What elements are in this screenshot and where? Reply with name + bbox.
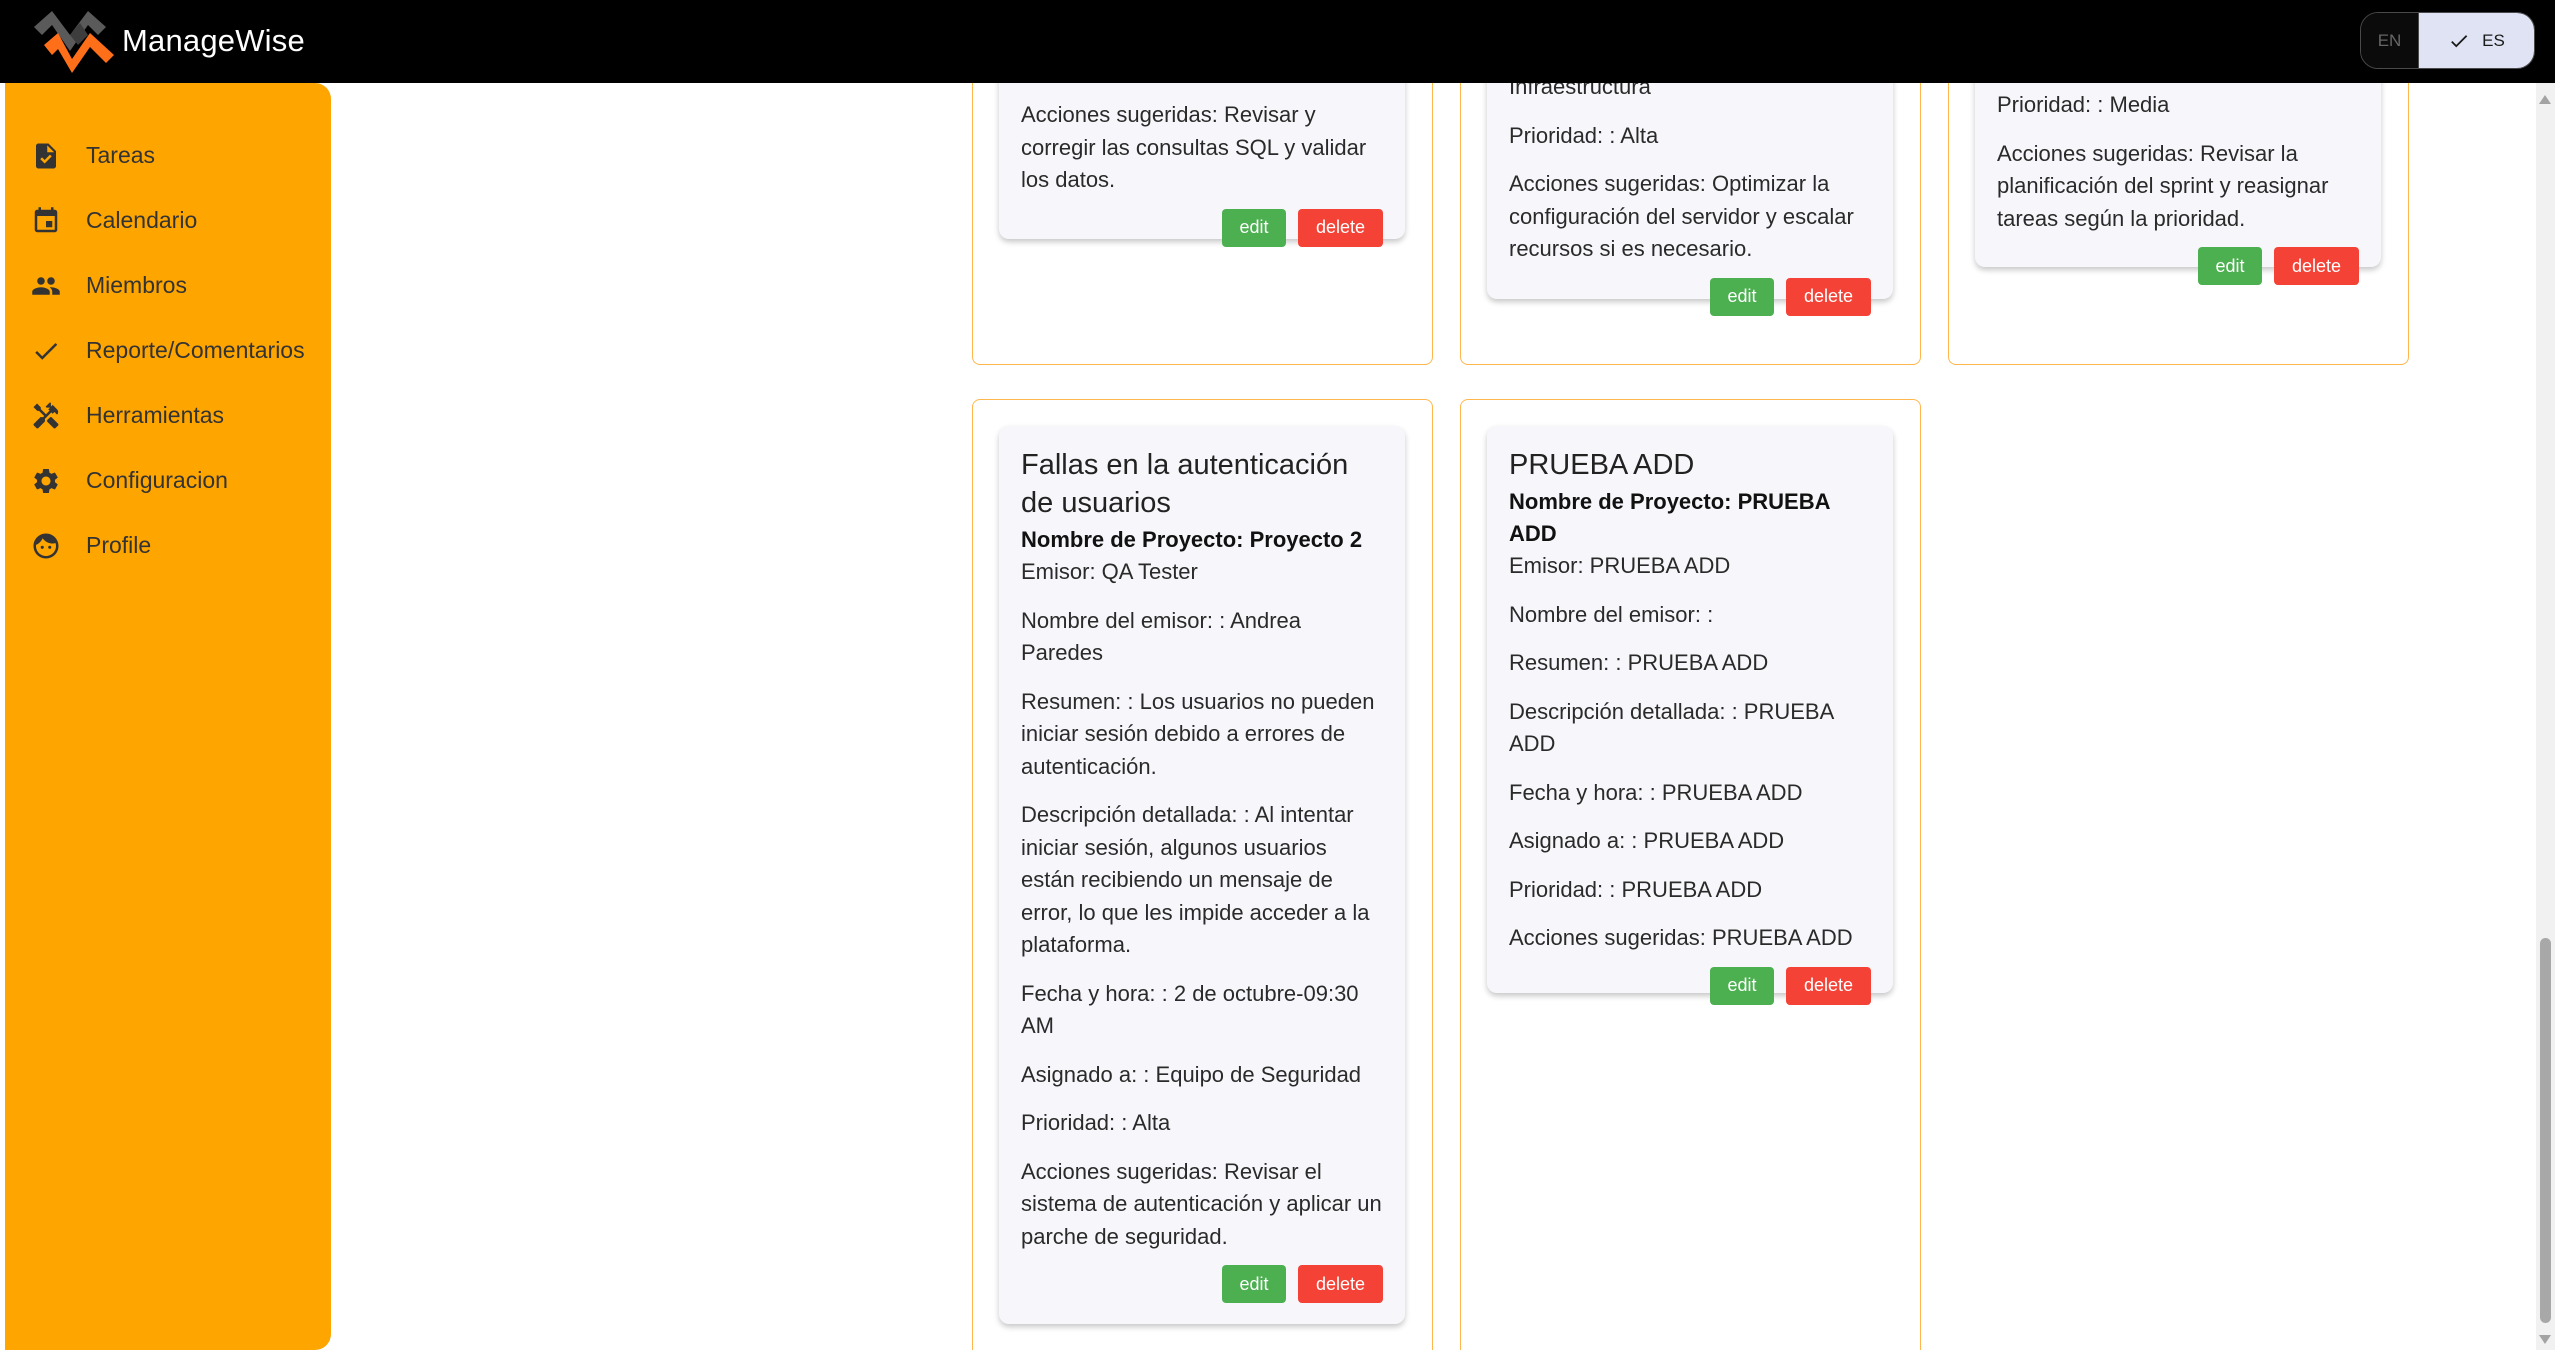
sidebar-item-label: Profile	[86, 532, 152, 558]
card-actions-text: Acciones sugeridas: Revisar y corregir l…	[1021, 102, 1367, 192]
card-summary: Resumen: : PRUEBA ADD	[1509, 650, 1769, 675]
sidebar-item-label: Tareas	[86, 142, 156, 168]
card-project: Nombre de Proyecto: Proyecto 2	[1021, 527, 1363, 552]
sidebar: Tareas Calendario Miembros Reporte/Comen…	[5, 83, 331, 1350]
edit-button[interactable]: edit	[2198, 247, 2262, 285]
card-emisor: Emisor: QA Tester	[1021, 559, 1198, 584]
managewise-logo-icon	[34, 11, 114, 73]
report-panel: Fallas en la autenticación de usuarios N…	[972, 399, 1433, 1350]
task-icon	[29, 139, 63, 173]
card-priority: Prioridad: : Media	[1997, 92, 2170, 117]
language-toggle: EN ES	[2360, 12, 2535, 69]
face-icon	[29, 529, 63, 563]
card-priority: Prioridad: : PRUEBA ADD	[1509, 876, 1763, 902]
report-card: Infraestructura Prioridad: : Alta Accion…	[1487, 83, 1893, 316]
top-app-bar: ManageWise EN ES	[0, 0, 2555, 83]
people-icon	[29, 269, 63, 303]
card-description: Descripción detallada: : PRUEBA ADD	[1509, 698, 1834, 757]
delete-button[interactable]: delete	[1786, 277, 1871, 316]
card-buttons: edit delete	[1509, 277, 1871, 316]
check-icon	[2451, 34, 2468, 47]
card-emisor-name: Nombre del emisor: :	[1509, 601, 1714, 627]
sidebar-item-label: Miembros	[86, 272, 187, 298]
card-description: Descripción detallada: : Al intentar ini…	[1021, 802, 1370, 957]
card-actions-text: Acciones sugeridas: PRUEBA ADD	[1509, 925, 1853, 950]
card-project: Nombre de Proyecto: PRUEBA ADD	[1509, 489, 1830, 546]
edit-button[interactable]: edit	[1222, 208, 1286, 247]
report-panel: Prioridad: : Media Acciones sugeridas: R…	[1948, 83, 2409, 365]
sidebar-item-label: Reporte/Comentarios	[86, 337, 305, 363]
card-buttons: edit delete	[1509, 966, 1871, 1005]
edit-button[interactable]: edit	[1710, 277, 1774, 316]
report-card: Acciones sugeridas: Revisar y corregir l…	[999, 83, 1405, 247]
sidebar-item-label: Herramientas	[86, 402, 225, 428]
scroll-up-icon[interactable]	[2539, 95, 2551, 104]
delete-button[interactable]: delete	[2274, 247, 2359, 285]
app-name: ManageWise	[122, 23, 305, 58]
vertical-scrollbar[interactable]	[2536, 83, 2555, 1350]
card-title: Fallas en la autenticación de usuarios	[1021, 449, 1349, 519]
card-actions-text: Acciones sugeridas: Revisar la planifica…	[1997, 140, 2329, 231]
card-priority: Prioridad: : Alta	[1509, 122, 1659, 148]
card-assignee: Infraestructura	[1509, 83, 1651, 99]
language-en-label: EN	[2377, 30, 2402, 50]
card-datetime: Fecha y hora: : PRUEBA ADD	[1509, 779, 1803, 805]
card-priority: Prioridad: : Alta	[1021, 1110, 1171, 1135]
sidebar-item-profile[interactable]: Profile	[5, 513, 331, 578]
sidebar-item-miembros[interactable]: Miembros	[5, 253, 331, 318]
card-buttons: edit delete	[1021, 208, 1383, 247]
card-summary: Resumen: : Los usuarios no pueden inicia…	[1021, 688, 1375, 779]
delete-button[interactable]: delete	[1298, 1265, 1383, 1303]
edit-button[interactable]: edit	[1222, 1265, 1286, 1303]
scroll-down-icon[interactable]	[2539, 1335, 2551, 1344]
delete-button[interactable]: delete	[1786, 966, 1871, 1005]
main-content: Acciones sugeridas: Revisar y corregir l…	[331, 83, 2536, 1350]
delete-button[interactable]: delete	[1298, 208, 1383, 247]
card-assignee: Asignado a: : Equipo de Seguridad	[1021, 1061, 1362, 1087]
sidebar-item-label: Calendario	[86, 207, 198, 233]
card-buttons: edit delete	[1021, 1265, 1383, 1303]
language-en-button[interactable]: EN	[2361, 13, 2419, 68]
sidebar-item-reporte-comentarios[interactable]: Reporte/Comentarios	[5, 318, 331, 383]
card-buttons: edit delete	[1997, 247, 2359, 285]
card-actions-text: Acciones sugeridas: Optimizar la configu…	[1509, 171, 1854, 261]
edit-button[interactable]: edit	[1710, 966, 1774, 1005]
report-panel: PRUEBA ADD Nombre de Proyecto: PRUEBA AD…	[1460, 399, 1921, 1350]
report-panel: Acciones sugeridas: Revisar y corregir l…	[972, 83, 1433, 365]
sidebar-item-tareas[interactable]: Tareas	[5, 123, 331, 188]
report-card: Fallas en la autenticación de usuarios N…	[999, 426, 1405, 1324]
card-title: PRUEBA ADD	[1509, 449, 1695, 481]
card-emisor: Emisor: PRUEBA ADD	[1509, 553, 1731, 578]
sidebar-item-label: Configuracion	[86, 467, 228, 493]
sidebar-item-configuracion[interactable]: Configuracion	[5, 448, 331, 513]
card-actions-text: Acciones sugeridas: Revisar el sistema d…	[1021, 1158, 1382, 1249]
tools-icon	[29, 399, 63, 433]
report-panel: Infraestructura Prioridad: : Alta Accion…	[1460, 83, 1921, 365]
calendar-icon	[29, 204, 63, 238]
card-datetime: Fecha y hora: : 2 de octubre-09:30 AM	[1021, 980, 1359, 1039]
card-emisor-name: Nombre del emisor: : Andrea Paredes	[1021, 607, 1302, 666]
sidebar-item-herramientas[interactable]: Herramientas	[5, 383, 331, 448]
language-es-button[interactable]: ES	[2419, 13, 2534, 68]
gear-icon	[29, 464, 63, 498]
card-assignee: Asignado a: : PRUEBA ADD	[1509, 828, 1785, 853]
brand[interactable]: ManageWise	[30, 5, 305, 77]
language-es-label: ES	[2482, 30, 2505, 50]
reports-grid: Acciones sugeridas: Revisar y corregir l…	[331, 83, 2536, 1350]
sidebar-item-calendario[interactable]: Calendario	[5, 188, 331, 253]
report-card: Prioridad: : Media Acciones sugeridas: R…	[1975, 83, 2381, 285]
scroll-thumb[interactable]	[2540, 938, 2551, 1323]
report-card: PRUEBA ADD Nombre de Proyecto: PRUEBA AD…	[1487, 426, 1893, 1005]
check-icon	[29, 334, 63, 368]
